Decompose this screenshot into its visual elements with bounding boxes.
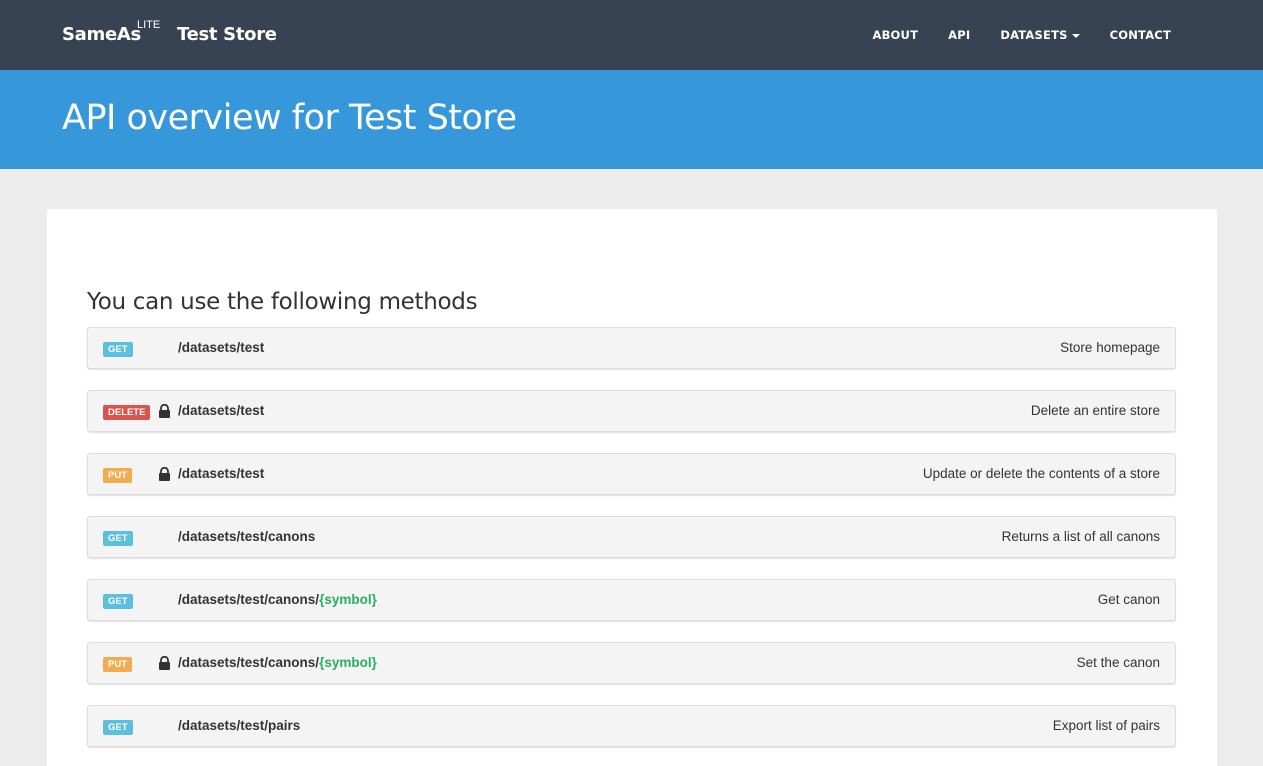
method-path: /datasets/test xyxy=(178,403,264,418)
method-path: /datasets/test/canons/{symbol} xyxy=(178,592,377,607)
nav-item-about[interactable]: ABOUT xyxy=(857,0,933,70)
method-path-text: /datasets/test/canons/ xyxy=(178,592,320,607)
method-row[interactable]: GET/datasets/test/canons Returns a list o… xyxy=(87,516,1176,558)
method-badge: PUT xyxy=(103,468,132,483)
nav-item-datasets-label: DATASETS xyxy=(1000,28,1068,42)
brand-logo[interactable]: SameAs xyxy=(62,24,141,45)
lock-icon xyxy=(158,655,171,670)
method-path-text: /datasets/test/canons xyxy=(178,529,316,544)
content-panel: You can use the following methods GET/da… xyxy=(47,209,1217,766)
method-description: Store homepage xyxy=(1060,340,1160,355)
method-badge: PUT xyxy=(103,657,132,672)
method-path-param: {symbol} xyxy=(319,592,377,607)
methods-heading: You can use the following methods xyxy=(87,289,478,315)
nav-menu: ABOUT API DATASETS CONTACT xyxy=(857,0,1186,70)
method-row[interactable]: PUT/datasets/test/canons/{symbol} Set the… xyxy=(87,642,1176,684)
method-description: Export list of pairs xyxy=(1052,718,1160,733)
nav-item-api[interactable]: API xyxy=(933,0,985,70)
method-description: Delete an entire store xyxy=(1030,403,1160,418)
nav-item-datasets[interactable]: DATASETS xyxy=(985,0,1094,70)
method-row[interactable]: GET/datasets/test/canons/{symbol} Get can… xyxy=(87,579,1176,621)
method-badge: GET xyxy=(103,531,133,546)
method-path: /datasets/test/canons xyxy=(178,529,315,544)
top-navbar: SameAs LITE Test Store ABOUT API DATASET… xyxy=(0,0,1263,70)
brand-lite-label: LITE xyxy=(137,19,161,31)
method-row[interactable]: GET/datasets/test Store homepage xyxy=(87,327,1176,369)
method-description: Returns a list of all canons xyxy=(1001,529,1160,544)
method-description: Set the canon xyxy=(1076,655,1160,670)
method-path-text: /datasets/test xyxy=(178,340,265,355)
method-row[interactable]: PUT/datasets/test Update or delete the co… xyxy=(87,453,1176,495)
method-path-text: /datasets/test/pairs xyxy=(178,718,301,733)
method-description: Update or delete the contents of a store xyxy=(922,466,1160,481)
caret-down-icon xyxy=(1071,33,1080,38)
method-path-text: /datasets/test/canons/ xyxy=(178,655,320,670)
lock-icon xyxy=(158,466,171,481)
method-row[interactable]: DELETE/datasets/test Delete an entire sto… xyxy=(87,390,1176,432)
lock-icon xyxy=(158,403,171,418)
method-badge: GET xyxy=(103,720,133,735)
method-badge: DELETE xyxy=(103,405,151,420)
method-path-text: /datasets/test xyxy=(178,403,265,418)
page-title: API overview for Test Store xyxy=(62,98,517,138)
method-path-text: /datasets/test xyxy=(178,466,265,481)
page-header: API overview for Test Store xyxy=(0,70,1263,169)
method-path: /datasets/test xyxy=(178,340,264,355)
method-row[interactable]: GET/datasets/test/pairs Export list of pa… xyxy=(87,705,1176,747)
method-badge: GET xyxy=(103,594,133,609)
method-path-param: {symbol} xyxy=(319,655,377,670)
method-path: /datasets/test xyxy=(178,466,264,481)
store-name-link[interactable]: Test Store xyxy=(177,24,277,45)
method-badge: GET xyxy=(103,342,133,357)
method-path: /datasets/test/pairs xyxy=(178,718,300,733)
nav-item-contact[interactable]: CONTACT xyxy=(1095,0,1186,70)
method-description: Get canon xyxy=(1097,592,1160,607)
method-path: /datasets/test/canons/{symbol} xyxy=(178,655,377,670)
